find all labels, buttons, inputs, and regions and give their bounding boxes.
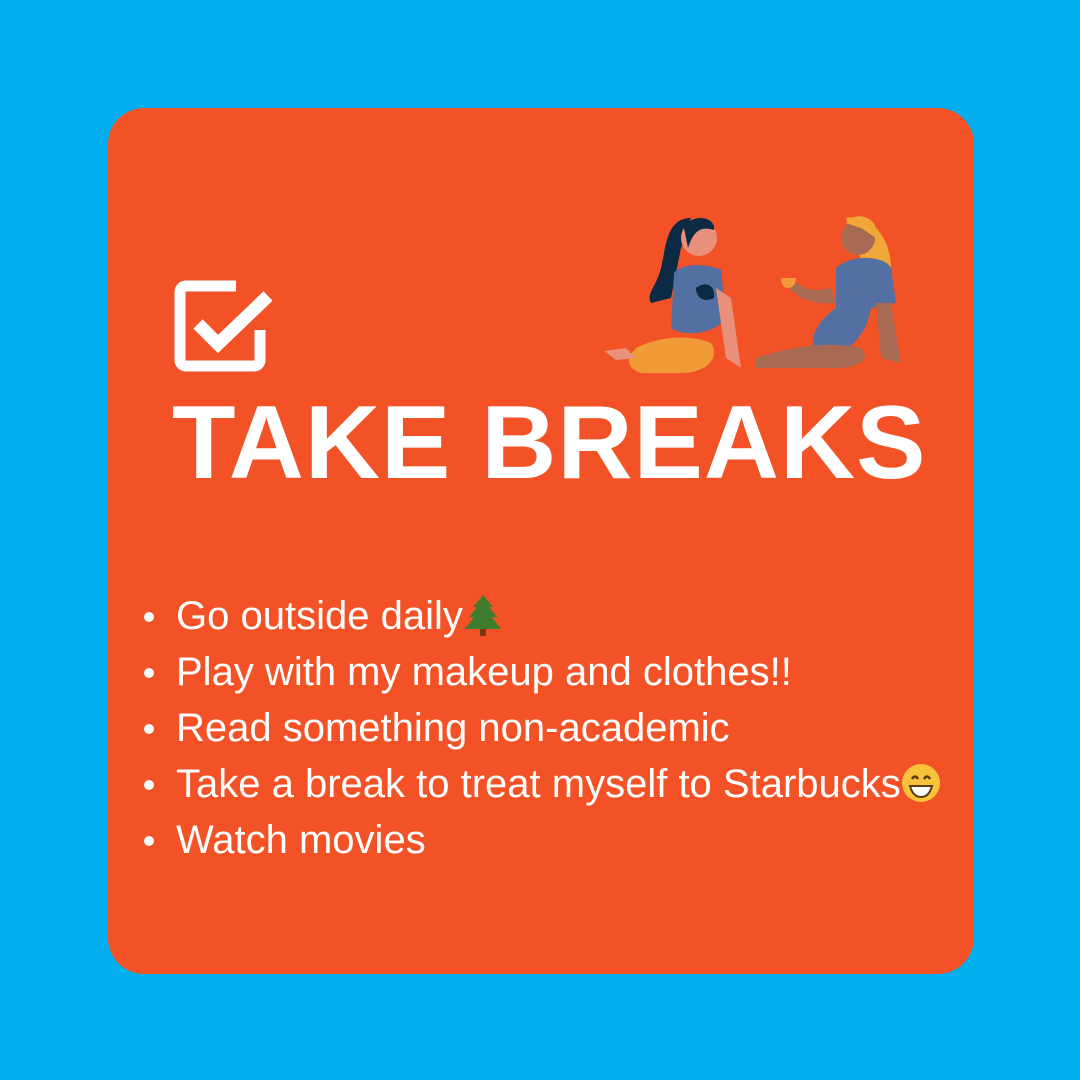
evergreen-tree-icon xyxy=(464,595,501,636)
grinning-face-icon xyxy=(901,764,940,802)
list-item: Read something non-academic xyxy=(144,700,941,756)
break-ideas-list: Go outside daily Play with my makeup and… xyxy=(144,588,941,868)
list-item: Go outside daily xyxy=(144,588,941,644)
list-item: Watch movies xyxy=(144,812,941,868)
page-title: TAKE BREAKS xyxy=(172,385,927,501)
checked-box-icon xyxy=(174,280,273,372)
women-having-coffee-illustration xyxy=(604,216,901,373)
list-item: Play with my makeup and clothes!! xyxy=(144,644,941,700)
list-item: Take a break to treat myself to Starbuck… xyxy=(144,756,941,812)
